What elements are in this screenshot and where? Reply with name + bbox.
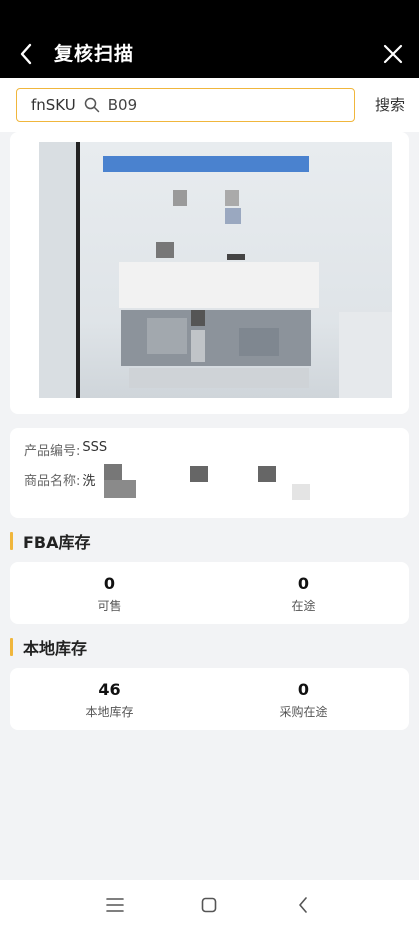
local-stock-value: 46 — [98, 680, 121, 699]
app-header: 复核扫描 — [0, 0, 419, 78]
fba-stock-card: 0 可售 0 在途 — [10, 562, 409, 624]
product-image-card — [10, 132, 409, 414]
local-stock-label: 本地库存 — [85, 705, 134, 719]
search-icon — [84, 97, 100, 113]
product-name-row: 商品名称: 洗 — [24, 470, 95, 489]
menu-icon[interactable] — [104, 894, 126, 916]
local-stock-cell: 46 本地库存 — [10, 668, 209, 730]
fba-available-cell: 0 可售 — [10, 562, 209, 624]
fba-available-value: 0 — [103, 574, 116, 593]
section-accent-bar — [10, 638, 13, 656]
search-value[interactable]: B09 — [108, 96, 137, 114]
local-stock-card: 46 本地库存 0 采购在途 — [10, 668, 409, 730]
purchase-transit-value: 0 — [297, 680, 310, 699]
search-input[interactable]: fnSKU B09 — [16, 88, 355, 122]
product-code-label: 产品编号: — [24, 444, 81, 459]
fba-available-label: 可售 — [97, 599, 122, 613]
fba-stock-section: FBA库存 — [10, 530, 91, 552]
purchase-transit-cell: 0 采购在途 — [204, 668, 403, 730]
nav-back-icon[interactable] — [292, 894, 314, 916]
product-info-card: 产品编号: SSS 商品名称: 洗 — [10, 428, 409, 518]
search-type-label[interactable]: fnSKU — [31, 96, 76, 114]
search-button[interactable]: 搜索 — [375, 94, 405, 115]
local-stock-section: 本地库存 — [10, 636, 87, 658]
product-code-value: SSS — [82, 440, 108, 455]
fba-in-transit-cell: 0 在途 — [204, 562, 403, 624]
back-arrow-icon[interactable] — [14, 40, 38, 68]
fba-in-transit-value: 0 — [297, 574, 310, 593]
product-image — [39, 142, 392, 398]
page-title: 复核扫描 — [54, 43, 135, 65]
system-nav-bar — [0, 880, 419, 931]
search-bar: fnSKU B09 搜索 — [0, 78, 419, 132]
product-name-label: 商品名称: — [24, 474, 81, 489]
purchase-transit-label: 采购在途 — [279, 705, 328, 719]
product-name-value: 洗 — [82, 474, 96, 489]
home-icon[interactable] — [198, 894, 220, 916]
local-stock-title: 本地库存 — [23, 639, 88, 658]
close-icon[interactable] — [381, 42, 405, 66]
fba-stock-title: FBA库存 — [23, 533, 91, 552]
section-accent-bar — [10, 532, 13, 550]
review-scan-page: 复核扫描 fnSKU B09 搜索 产品编号: SSS 商品名称: 洗 FBA库… — [0, 0, 419, 931]
fba-in-transit-label: 在途 — [291, 599, 316, 613]
product-code-row: 产品编号: SSS — [24, 440, 107, 459]
